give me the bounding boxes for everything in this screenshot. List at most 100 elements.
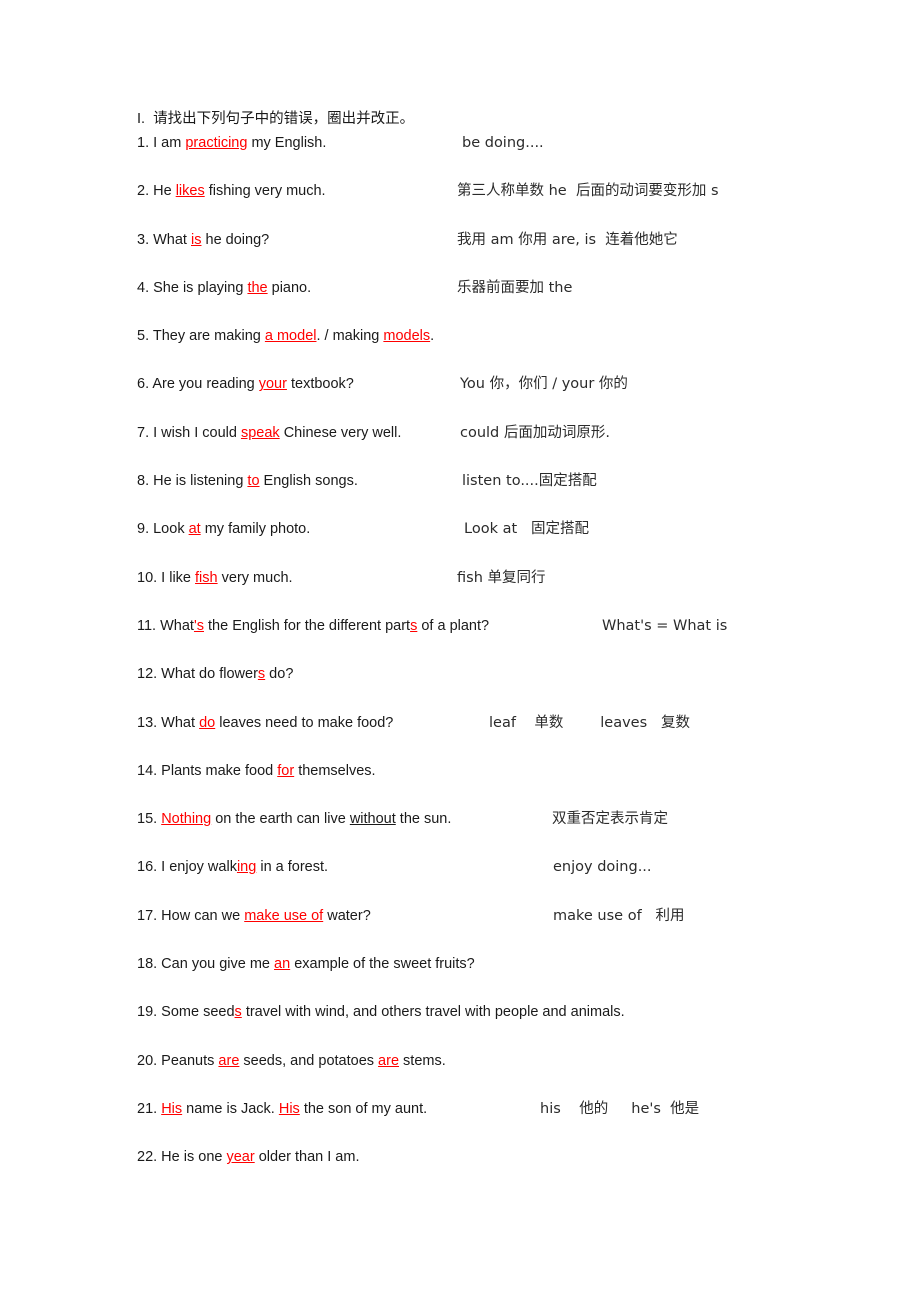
correction-highlight: models xyxy=(383,328,431,345)
annotation-note: 我用 am 你用 are, is 连着他她它 xyxy=(457,231,678,248)
plain-text: my English. xyxy=(247,135,327,151)
sentence-text: 7. I wish I could speak Chinese very wel… xyxy=(137,423,401,443)
plain-text: 6. Are you reading xyxy=(137,376,259,393)
plain-text: 7. I wish I could xyxy=(137,424,241,441)
plain-text: fishing very much. xyxy=(204,183,326,200)
exercise-row: 20. Peanuts are seeds, and potatoes are … xyxy=(137,1051,897,1099)
sentence-text: 5. They are making a model. / making mod… xyxy=(137,326,434,346)
exercise-row: 16. I enjoy walking in a forest. enjoy do… xyxy=(137,857,897,905)
plain-text: travel with wind, and others travel with… xyxy=(241,1004,625,1021)
plain-text: English songs. xyxy=(259,473,358,490)
exercise-row: 8. He is listening to English songs. list… xyxy=(137,471,897,519)
annotation-note: enjoy doing... xyxy=(553,859,652,876)
exercise-row: 5. They are making a model. / making mod… xyxy=(137,326,897,374)
exercise-row: 17. How can we make use of water? make us… xyxy=(137,906,897,954)
plain-text: older than I am. xyxy=(254,1149,360,1166)
correction-highlight: to xyxy=(247,473,260,490)
correction-highlight: a model xyxy=(264,328,317,345)
plain-text: . / making xyxy=(316,328,384,345)
plain-text: example of the sweet fruits? xyxy=(290,956,475,973)
sentence-text: 12. What do flowers do? xyxy=(137,664,293,684)
annotation-note: You 你，你们 / your 你的 xyxy=(460,376,628,393)
plain-text: 22. He is one xyxy=(137,1149,227,1166)
plain-text: he doing? xyxy=(201,231,270,248)
plain-text: 4. She is playing xyxy=(137,279,248,296)
annotation-note: his 他的 he's 他是 xyxy=(540,1100,700,1117)
annotation-note: be doing.... xyxy=(462,135,544,151)
exercise-row: 7. I wish I could speak Chinese very wel… xyxy=(137,423,897,471)
correction-highlight: Nothing xyxy=(161,811,212,828)
sentence-text: 14. Plants make food for themselves. xyxy=(137,761,376,781)
plain-text: 10. I like xyxy=(137,569,196,586)
correction-highlight: practicing xyxy=(185,135,248,151)
correction-highlight: year xyxy=(226,1149,255,1166)
sentence-text: 13. What do leaves need to make food? xyxy=(137,713,393,733)
sentence-text: 2. He likes fishing very much. xyxy=(137,181,326,201)
correction-highlight: do xyxy=(199,714,216,731)
plain-text: very much. xyxy=(217,569,293,586)
annotation-note: 第三人称单数 he 后面的动词要变形加 s xyxy=(457,183,719,200)
exercise-row: 14. Plants make food for themselves. xyxy=(137,761,897,809)
plain-text: 19. Some seed xyxy=(137,1004,235,1021)
sentence-text: 1. I am practicing my English. xyxy=(137,133,326,153)
plain-text: on the earth can live xyxy=(211,811,350,828)
sentence-text: 16. I enjoy walking in a forest. xyxy=(137,857,328,877)
correction-highlight: ing xyxy=(236,859,257,876)
sentence-text: 18. Can you give me an example of the sw… xyxy=(137,954,475,974)
exercise-row: 22. He is one year older than I am. xyxy=(137,1147,897,1195)
plain-text: . xyxy=(430,328,435,345)
sentence-text: 15. Nothing on the earth can live withou… xyxy=(137,809,451,829)
exercise-row: 11. What's the English for the different… xyxy=(137,616,897,664)
correction-highlight: fish xyxy=(195,569,218,586)
exercise-row: 4. She is playing the piano. 乐器前面要加 the xyxy=(137,278,897,326)
plain-text: 9. Look xyxy=(137,521,189,538)
plain-text: water? xyxy=(323,907,371,924)
correction-highlight: for xyxy=(277,762,295,779)
plain-text: 21. xyxy=(137,1100,162,1117)
plain-text: 8. He is listening xyxy=(137,473,248,490)
correction-highlight: 's xyxy=(193,617,204,634)
plain-text: Chinese very well. xyxy=(279,424,402,441)
plain-text: 16. I enjoy walk xyxy=(137,859,237,876)
annotation-note: could 后面加动词原形. xyxy=(460,424,610,441)
plain-text: the English for the different part xyxy=(203,617,411,634)
exercise-row: 15. Nothing on the earth can live withou… xyxy=(137,809,897,857)
worksheet-content: I. 请找出下列句子中的错误，圈出并改正。 1. I am practicing… xyxy=(137,108,897,1196)
plain-text: in a forest. xyxy=(256,859,329,876)
sentence-text: 17. How can we make use of water? xyxy=(137,906,371,926)
sentence-text: 3. What is he doing? xyxy=(137,230,269,250)
annotation-note: What's = What is xyxy=(602,617,728,634)
plain-text: my family photo. xyxy=(200,521,311,538)
sentence-text: 11. What's the English for the different… xyxy=(137,616,489,636)
sentence-text: 6. Are you reading your textbook? xyxy=(137,374,354,394)
correction-highlight: is xyxy=(191,231,202,248)
plain-text: 17. How can we xyxy=(137,907,245,924)
annotation-note: 乐器前面要加 the xyxy=(457,279,573,296)
exercise-row: 6. Are you reading your textbook? You 你，你… xyxy=(137,374,897,422)
document-page: I. 请找出下列句子中的错误，圈出并改正。 1. I am practicing… xyxy=(0,0,920,1302)
annotation-note: make use of 利用 xyxy=(553,907,685,924)
plain-text: 5. They are making xyxy=(137,328,265,345)
plain-text: 1. I am xyxy=(137,135,186,151)
plain-text: 3. What xyxy=(137,231,191,248)
correction-highlight: at xyxy=(188,521,201,538)
correction-highlight: an xyxy=(274,956,291,973)
correction-highlight: are xyxy=(218,1052,240,1069)
annotation-note: fish 单复同行 xyxy=(457,569,546,586)
sentence-text: 20. Peanuts are seeds, and potatoes are … xyxy=(137,1051,446,1071)
exercise-row: 19. Some seeds travel with wind, and oth… xyxy=(137,1002,897,1050)
plain-text: seeds, and potatoes xyxy=(239,1052,379,1069)
plain-text: 2. He xyxy=(137,183,176,200)
correction-highlight: His xyxy=(278,1100,300,1117)
correction-highlight: your xyxy=(258,376,287,393)
plain-text: 20. Peanuts xyxy=(137,1052,219,1069)
annotation-note: listen to....固定搭配 xyxy=(462,473,597,490)
correction-highlight: the xyxy=(247,279,268,296)
exercise-row: 2. He likes fishing very much. 第三人称单数 he … xyxy=(137,181,897,229)
annotation-note: leaf 单数 leaves 复数 xyxy=(489,714,690,731)
exercise-row: 1. I am practicing my English. be doing..… xyxy=(137,133,897,181)
sentence-text: 9. Look at my family photo. xyxy=(137,519,310,539)
annotation-note: Look at 固定搭配 xyxy=(464,521,589,538)
correction-highlight: likes xyxy=(175,183,205,200)
plain-text: leaves need to make food? xyxy=(215,714,394,731)
